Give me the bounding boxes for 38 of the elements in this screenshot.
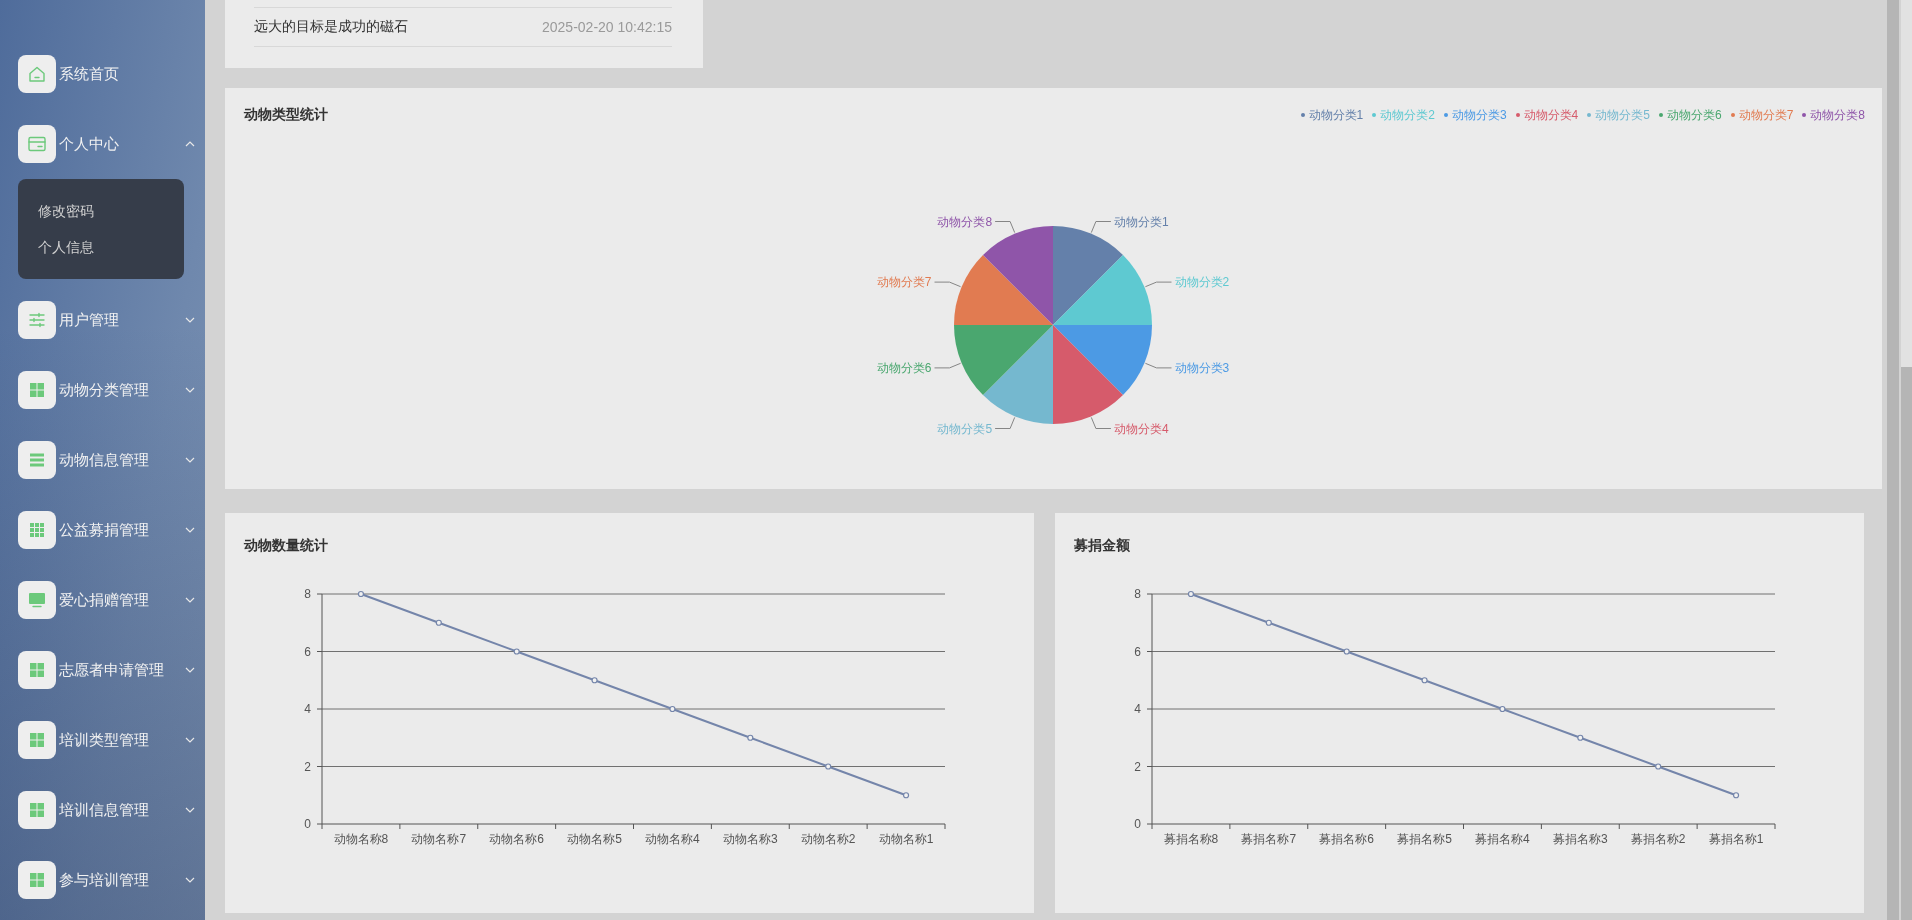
y-tick-label: 4 <box>1134 702 1141 716</box>
slice-label: 动物分类6 <box>876 360 932 375</box>
slice-label: 动物分类7 <box>876 275 932 290</box>
x-tick-label: 募捐名称4 <box>1475 832 1530 846</box>
x-tick-label: 动物名称3 <box>722 832 778 846</box>
y-tick-label: 8 <box>304 587 311 601</box>
panel-title: 动物类型统计 <box>244 106 328 124</box>
y-tick-label: 4 <box>304 702 311 716</box>
x-tick-label: 动物名称4 <box>645 832 700 846</box>
x-tick-label: 动物名称1 <box>878 832 934 846</box>
slice-label: 动物分类1 <box>1113 214 1169 229</box>
x-tick-label: 募捐名称6 <box>1319 832 1375 846</box>
x-tick-label: 动物名称2 <box>800 832 856 846</box>
y-tick-label: 8 <box>1134 587 1141 601</box>
x-tick-label: 动物名称8 <box>333 832 389 846</box>
x-tick-label: 募捐名称5 <box>1397 832 1452 846</box>
slice-label: 动物分类4 <box>1113 421 1169 436</box>
y-tick-label: 0 <box>1134 817 1141 831</box>
notice-time: 2025-02-20 10:42:15 <box>542 19 672 35</box>
chart-title: 动物数量统计 <box>243 536 329 553</box>
y-tick-label: 6 <box>304 644 311 659</box>
slice-label: 动物分类8 <box>937 214 993 229</box>
x-tick-label: 募捐名称8 <box>1163 832 1219 846</box>
x-tick-label: 动物名称6 <box>489 832 545 846</box>
x-tick-label: 募捐名称1 <box>1708 832 1764 846</box>
x-tick-label: 募捐名称3 <box>1552 832 1608 846</box>
slice-label: 动物分类2 <box>1174 275 1230 290</box>
x-tick-label: 募捐名称7 <box>1241 832 1297 846</box>
slice-label: 动物分类5 <box>937 421 993 436</box>
chart-title: 募捐金额 <box>1073 536 1131 553</box>
y-tick-label: 2 <box>304 759 311 774</box>
slice-label: 动物分类3 <box>1174 360 1230 375</box>
x-tick-label: 动物名称7 <box>411 832 467 846</box>
y-tick-label: 0 <box>304 817 311 831</box>
x-tick-label: 动物名称5 <box>567 832 622 846</box>
y-tick-label: 6 <box>1134 644 1141 659</box>
y-tick-label: 2 <box>1134 759 1141 774</box>
x-tick-label: 募捐名称2 <box>1630 832 1686 846</box>
